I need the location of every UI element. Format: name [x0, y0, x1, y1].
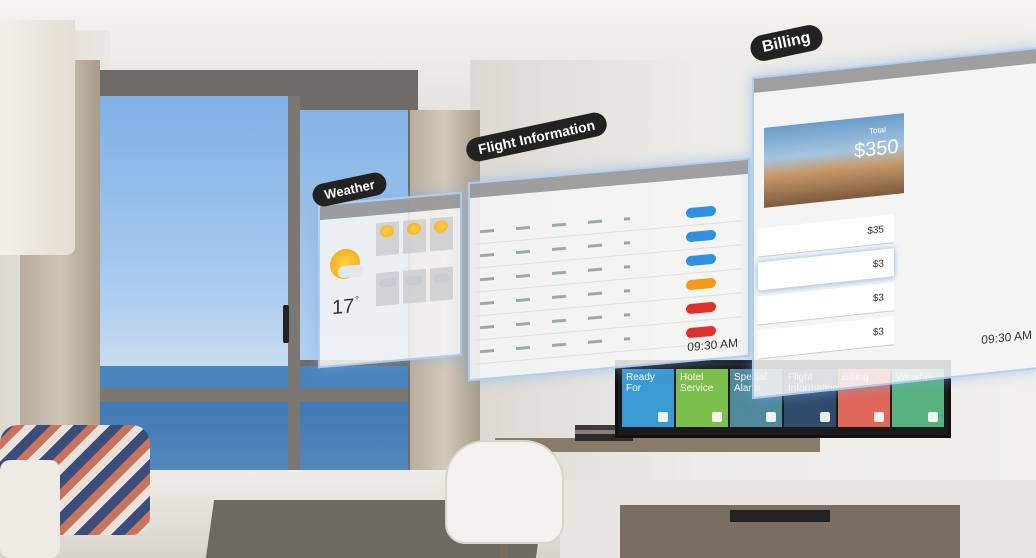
flight-panel: 09:30 AM	[468, 157, 750, 382]
flight-row-text-placeholder	[480, 265, 630, 282]
billing-amount: $3	[872, 292, 884, 305]
tile-icon	[820, 412, 830, 422]
billing-time: 09:30 AM	[981, 327, 1032, 348]
tile-icon	[766, 412, 776, 422]
cloud-icon	[338, 264, 364, 279]
tv-menu-tile-label: Ready For	[626, 372, 655, 394]
flight-status-badge	[686, 277, 716, 291]
cloud-icon	[406, 275, 423, 286]
forecast-tile	[376, 221, 399, 257]
billing-amount: $3	[872, 326, 884, 339]
sun-icon	[380, 224, 394, 238]
forecast-tile	[403, 218, 426, 254]
total-label: Total	[869, 125, 886, 136]
white-pillow	[0, 460, 60, 558]
billing-panel: Total $350 $35 $3 $3 $3 09:30 AM	[752, 46, 1036, 400]
window-mullion	[288, 96, 300, 500]
tile-icon	[874, 412, 884, 422]
tile-icon	[658, 412, 668, 422]
flight-status-badge	[686, 229, 716, 243]
floor-lamp-shade	[0, 20, 75, 255]
flight-status-badge	[686, 301, 716, 315]
flight-row-text-placeholder	[480, 289, 630, 306]
flight-row-text-placeholder	[480, 241, 630, 258]
window-handle	[283, 305, 289, 343]
cloud-icon	[379, 277, 396, 288]
tile-icon	[712, 412, 722, 422]
forecast-tile	[430, 216, 453, 252]
cloud-icon	[433, 272, 450, 284]
flight-time: 09:30 AM	[687, 335, 738, 355]
window-sky	[98, 96, 288, 366]
window-transom	[98, 388, 408, 402]
media-player	[730, 510, 830, 522]
flight-status-badge	[686, 205, 716, 219]
sun-icon	[434, 219, 448, 234]
forecast-tile	[403, 268, 426, 304]
weather-panel: 17 °	[318, 191, 462, 369]
hotel-room-scene: Ready ForHotel ServiceSpecial AlarmFligh…	[0, 0, 1036, 558]
tv-menu-tile[interactable]: Hotel Service	[676, 369, 728, 427]
forecast-tile	[430, 266, 453, 302]
tv-menu-tile[interactable]: Ready For	[622, 369, 674, 427]
temperature-unit: °	[355, 294, 359, 307]
billing-amount: $3	[872, 258, 884, 271]
forecast-tile	[376, 271, 399, 307]
flight-row-text-placeholder	[480, 337, 630, 354]
chair	[445, 440, 564, 544]
total-value: $350	[854, 135, 899, 163]
flight-row-text-placeholder	[480, 313, 630, 330]
flight-status-badge	[686, 253, 716, 267]
sun-icon	[407, 222, 421, 236]
tv-menu-tile-label: Hotel Service	[680, 372, 714, 394]
flight-status-badge	[686, 325, 716, 339]
tile-icon	[928, 412, 938, 422]
flight-row-text-placeholder	[480, 217, 630, 234]
sea-horizon	[98, 366, 408, 388]
billing-amount: $35	[867, 224, 884, 238]
temperature: 17	[332, 295, 355, 320]
